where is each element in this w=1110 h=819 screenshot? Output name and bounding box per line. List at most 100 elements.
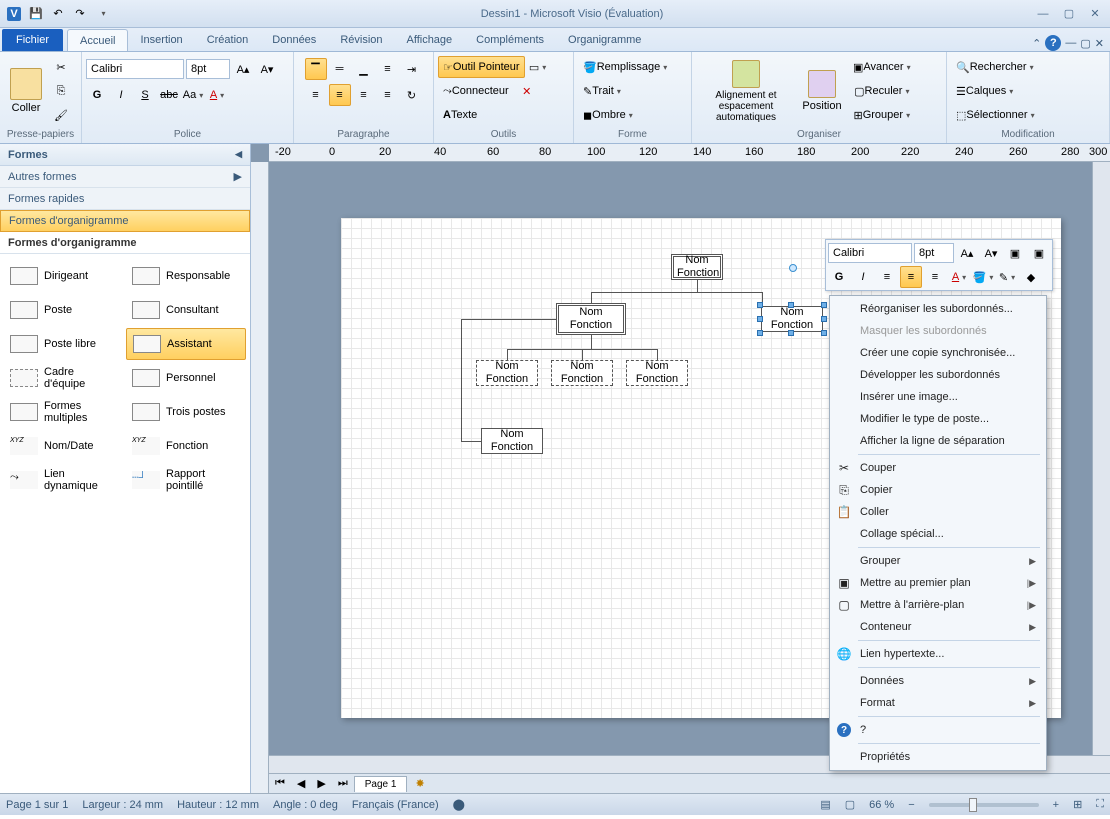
ctx-reorganize[interactable]: Réorganiser les subordonnés... [832, 298, 1044, 320]
format-painter-icon[interactable]: 🖌 [50, 104, 72, 126]
fit-page-icon[interactable]: ⊞ [1073, 798, 1082, 811]
ctx-container[interactable]: Conteneur▶ [832, 616, 1044, 638]
ctx-properties[interactable]: Propriétés [832, 746, 1044, 768]
ctx-change-type[interactable]: Modifier le type de poste... [832, 408, 1044, 430]
pointer-tool-button[interactable]: ☞ Outil Pointeur [438, 56, 525, 78]
shape-cadre-equipe[interactable]: Cadre d'équipe [4, 362, 124, 394]
zoom-slider[interactable] [929, 803, 1039, 807]
font-color-button[interactable]: A▾ [206, 84, 228, 106]
tab-nav-first-icon[interactable]: ⏮ [269, 777, 291, 790]
mini-italic-button[interactable]: I [852, 266, 874, 288]
mdi-close-icon[interactable]: ✕ [1095, 37, 1104, 50]
mini-style1-icon[interactable]: ▣ [1004, 242, 1026, 264]
mini-line-icon[interactable]: ✎▾ [996, 266, 1018, 288]
tab-revision[interactable]: Révision [328, 29, 394, 51]
redo-icon[interactable]: ↷ [70, 4, 90, 24]
underline-button[interactable]: S [134, 84, 156, 106]
ctx-insert-image[interactable]: Insérer une image... [832, 386, 1044, 408]
shrink-font-icon[interactable]: A▾ [256, 58, 278, 80]
org-node-3[interactable]: NomFonction [626, 360, 688, 386]
tab-donnees[interactable]: Données [260, 29, 328, 51]
tab-nav-next-icon[interactable]: ▶ [311, 777, 331, 790]
shape-fonction[interactable]: XYZFonction [126, 430, 246, 462]
shape-assistant[interactable]: Assistant [126, 328, 246, 360]
align-top-icon[interactable]: ▔ [305, 58, 327, 80]
file-tab[interactable]: Fichier [2, 29, 63, 51]
align-left-icon[interactable]: ≡ [305, 84, 327, 106]
ctx-show-divider[interactable]: Afficher la ligne de séparation [832, 430, 1044, 452]
ctx-copy[interactable]: ⎘Copier [832, 479, 1044, 501]
paste-button[interactable]: Coller [4, 66, 48, 116]
ctx-bring-front[interactable]: ▣Mettre au premier plan|▶ [832, 572, 1044, 594]
save-icon[interactable]: 💾 [26, 4, 46, 24]
shape-nom-date[interactable]: XYZNom/Date [4, 430, 124, 462]
ctx-format[interactable]: Format▶ [832, 692, 1044, 714]
delete-tool-icon[interactable]: ✕ [516, 80, 538, 102]
minimize-ribbon-icon[interactable]: ⌃ [1032, 37, 1041, 50]
shape-poste[interactable]: Poste [4, 294, 124, 326]
justify-icon[interactable]: ≡ [377, 84, 399, 106]
other-shapes-row[interactable]: Autres formes▶ [0, 166, 250, 188]
shape-personnel[interactable]: Personnel [126, 362, 246, 394]
italic-button[interactable]: I [110, 84, 132, 106]
ctx-hyperlink[interactable]: 🌐Lien hypertexte... [832, 643, 1044, 665]
grow-font-icon[interactable]: A▴ [232, 58, 254, 80]
indent-icon[interactable]: ⇥ [401, 58, 423, 80]
ctx-send-back[interactable]: ▢Mettre à l'arrière-plan|▶ [832, 594, 1044, 616]
fullscreen-icon[interactable]: ⛶ [1096, 798, 1104, 811]
tab-nav-prev-icon[interactable]: ◀ [291, 777, 311, 790]
shape-poste-libre[interactable]: Poste libre [4, 328, 124, 360]
record-macro-icon[interactable]: ⬤ [453, 798, 465, 811]
tab-creation[interactable]: Création [195, 29, 261, 51]
send-backward-button[interactable]: ▢ Reculer▾ [848, 80, 916, 102]
org-node-assistant-selected[interactable]: NomFonction [761, 306, 823, 332]
org-node-mgr[interactable]: NomFonction [556, 303, 626, 335]
maximize-icon[interactable]: ▢ [1058, 6, 1080, 22]
zoom-out-icon[interactable]: − [908, 799, 914, 811]
bring-forward-button[interactable]: ▣ Avancer▾ [848, 56, 916, 78]
close-icon[interactable]: ✕ [1084, 6, 1106, 22]
org-shapes-row[interactable]: Formes d'organigramme [0, 210, 250, 232]
visio-icon[interactable]: V [4, 4, 24, 24]
tab-organigramme[interactable]: Organigramme [556, 29, 653, 51]
shape-dirigeant[interactable]: Dirigeant [4, 260, 124, 292]
shape-trois-postes[interactable]: Trois postes [126, 396, 246, 428]
zoom-in-icon[interactable]: + [1053, 799, 1059, 811]
mdi-restore-icon[interactable]: ▢ [1080, 37, 1090, 50]
ctx-sync-copy[interactable]: Créer une copie synchronisée... [832, 342, 1044, 364]
text-tool-button[interactable]: A Texte [438, 104, 482, 126]
ctx-expand-sub[interactable]: Développer les subordonnés [832, 364, 1044, 386]
ctx-paste[interactable]: 📋Coller [832, 501, 1044, 523]
rotation-handle-icon[interactable] [789, 264, 797, 272]
view-mode-icon[interactable]: ▢ [845, 798, 855, 811]
fill-button[interactable]: 🪣 Remplissage▾ [578, 56, 672, 78]
copy-icon[interactable]: ⎘ [50, 80, 72, 102]
ctx-help[interactable]: ?? [832, 719, 1044, 741]
group-button[interactable]: ⊞ Grouper▾ [848, 104, 916, 126]
mini-fill-icon[interactable]: 🪣▾ [972, 266, 994, 288]
rectangle-tool-icon[interactable]: ▭▾ [527, 56, 549, 78]
collapse-panel-icon[interactable]: ◀ [235, 149, 242, 160]
qat-dropdown-icon[interactable]: ▾ [92, 4, 112, 24]
mini-align-right-icon[interactable]: ≡ [924, 266, 946, 288]
font-size-combo[interactable]: 8pt [186, 59, 230, 79]
mini-align-left-icon[interactable]: ≡ [876, 266, 898, 288]
shape-consultant[interactable]: Consultant [126, 294, 246, 326]
ctx-paste-special[interactable]: Collage spécial... [832, 523, 1044, 545]
line-button[interactable]: ✎ Trait▾ [578, 80, 626, 102]
shadow-button[interactable]: ◼ Ombre▾ [578, 104, 638, 126]
mini-shrink-font-icon[interactable]: A▾ [980, 242, 1002, 264]
mini-eraser-icon[interactable]: ◆ [1020, 266, 1042, 288]
shape-lien-dynamique[interactable]: ⤳Lien dynamique [4, 464, 124, 496]
org-node-top[interactable]: NomFonction [671, 254, 723, 280]
cut-icon[interactable]: ✂ [50, 56, 72, 78]
align-auto-button[interactable]: Alignement et espacement automatiques [696, 58, 796, 125]
select-button[interactable]: ⬚ Sélectionner▾ [951, 104, 1040, 126]
align-bottom-icon[interactable]: ▁ [353, 58, 375, 80]
ctx-cut[interactable]: ✂Couper [832, 457, 1044, 479]
page-tab-1[interactable]: Page 1 [354, 776, 408, 792]
align-middle-icon[interactable]: ═ [329, 58, 351, 80]
mini-font-combo[interactable]: Calibri [828, 243, 912, 263]
ctx-group[interactable]: Grouper▶ [832, 550, 1044, 572]
layers-button[interactable]: ☰ Calques▾ [951, 80, 1018, 102]
